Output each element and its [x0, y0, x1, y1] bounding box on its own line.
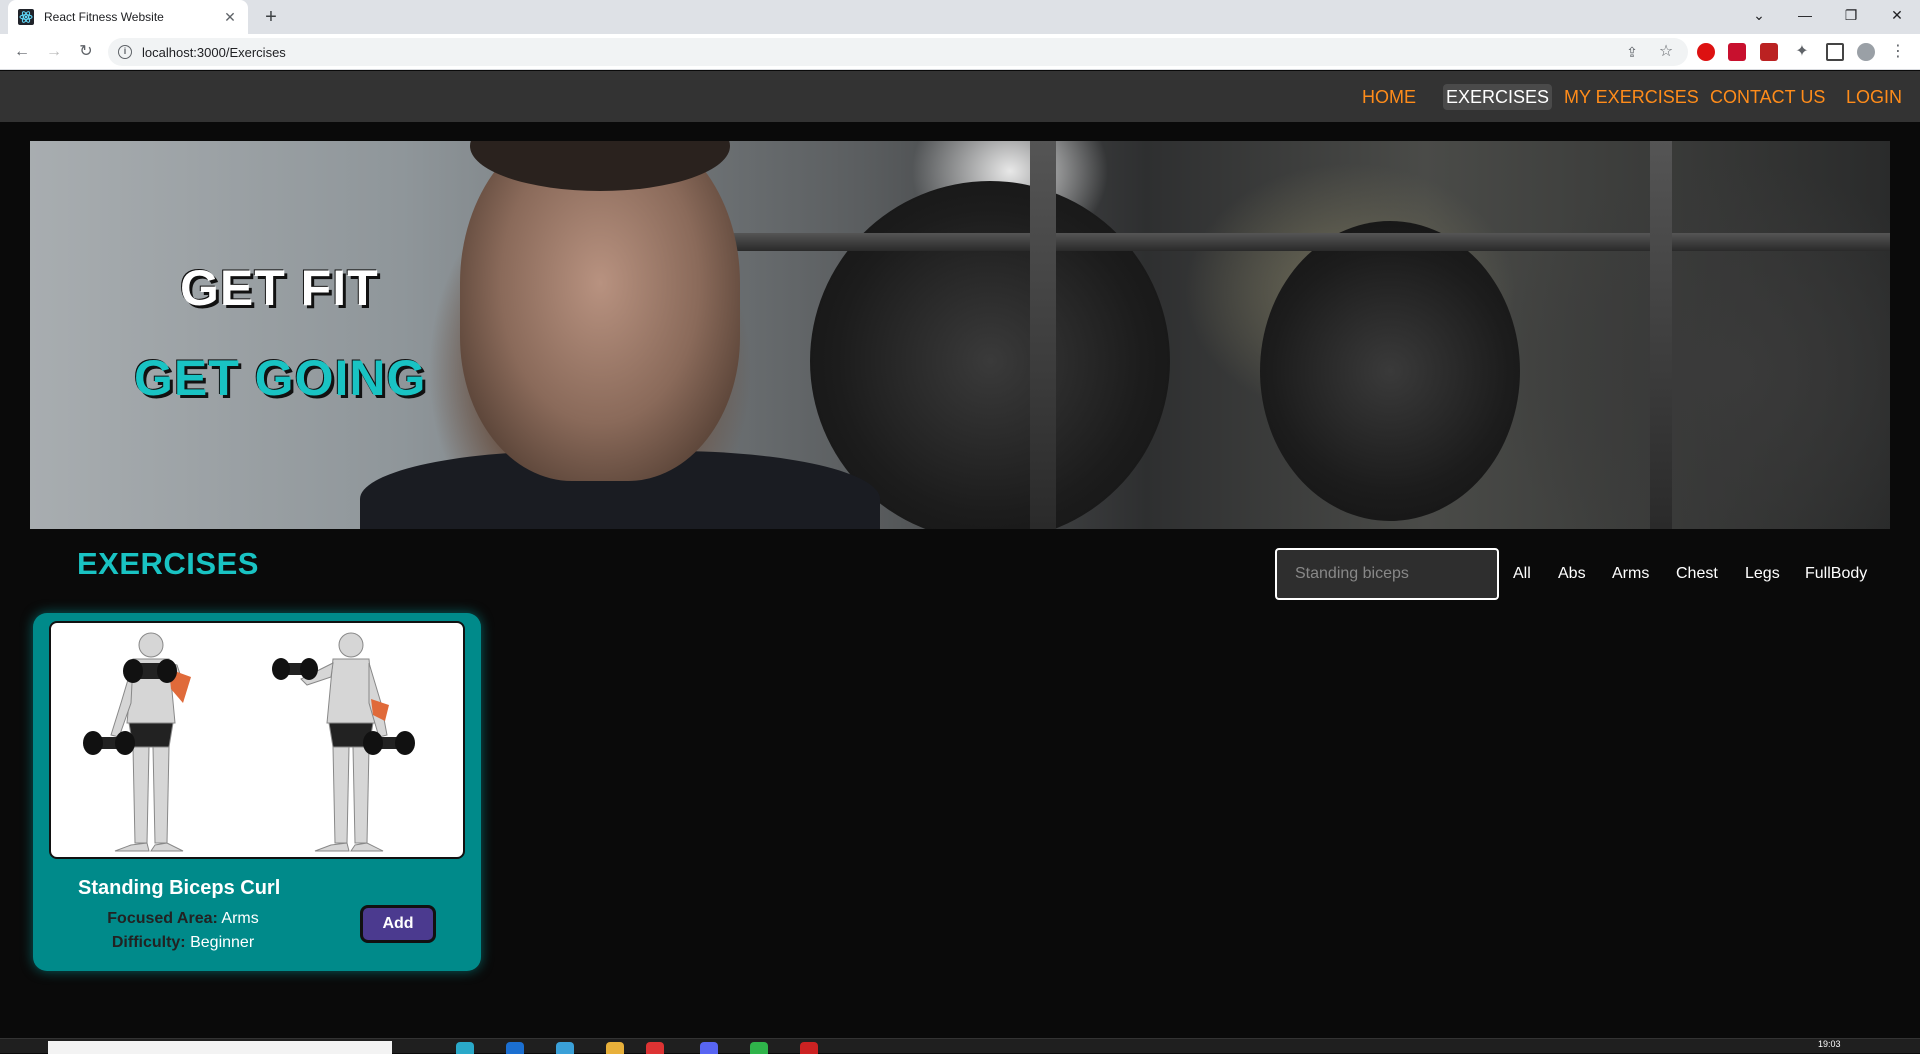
add-exercise-button[interactable]: Add	[360, 905, 436, 943]
exercises-heading: EXERCISES	[77, 546, 259, 581]
mail-extension-icon[interactable]	[1728, 43, 1746, 61]
share-icon[interactable]: ⇪	[1620, 40, 1644, 64]
hero-headline-2: GET GOING	[134, 350, 427, 406]
taskbar-chrome-icon[interactable]	[646, 1042, 664, 1054]
tab-search-icon[interactable]: ⌄	[1736, 0, 1782, 30]
pdf-extension-icon[interactable]	[1760, 43, 1778, 61]
new-tab-button[interactable]: +	[258, 4, 284, 30]
difficulty-row: Difficulty: Beginner	[73, 934, 293, 956]
exercise-illustration	[49, 621, 465, 859]
exercise-search-input[interactable]	[1275, 548, 1499, 600]
taskbar-app-icon[interactable]	[556, 1042, 574, 1054]
browser-tab[interactable]: React Fitness Website ✕	[8, 0, 248, 34]
browser-menu-icon[interactable]: ⋮	[1886, 40, 1910, 64]
exercise-card: Standing Biceps Curl Focused Area: Arms …	[33, 613, 481, 971]
browser-toolbar: ← → ↻ i localhost:3000/Exercises ⇪ ☆ ✦ ⋮	[0, 34, 1920, 70]
weight-plate-image	[1260, 221, 1520, 521]
profile-avatar-icon[interactable]	[1857, 43, 1875, 61]
back-icon[interactable]: ←	[10, 40, 34, 64]
biceps-curl-illustration	[83, 632, 415, 852]
filter-arms[interactable]: Arms	[1612, 563, 1649, 585]
focused-area-value: Arms	[221, 910, 259, 927]
taskbar-clock: 19:03	[1818, 1039, 1841, 1049]
athlete-portrait-image	[460, 141, 740, 481]
bookmark-star-icon[interactable]: ☆	[1654, 40, 1678, 64]
forward-icon[interactable]: →	[42, 40, 66, 64]
taskbar-app-icon[interactable]	[750, 1042, 768, 1054]
hero-headline-1: GET FIT	[180, 260, 379, 316]
side-panel-icon[interactable]	[1826, 43, 1844, 61]
opera-extension-icon[interactable]	[1697, 43, 1715, 61]
exercise-name: Standing Biceps Curl	[78, 877, 281, 899]
nav-login[interactable]: LOGIN	[1843, 84, 1905, 110]
taskbar-app-icon[interactable]	[800, 1042, 818, 1054]
tab-close-icon[interactable]: ✕	[222, 9, 238, 26]
difficulty-value: Beginner	[190, 934, 255, 951]
taskbar-app-icon[interactable]	[506, 1042, 524, 1054]
address-bar[interactable]: i localhost:3000/Exercises	[108, 38, 1688, 66]
nav-contact-us[interactable]: CONTACT US	[1707, 84, 1828, 110]
focused-area-label: Focused Area:	[107, 910, 218, 927]
reload-icon[interactable]: ↻	[74, 40, 98, 64]
react-logo-icon	[18, 9, 34, 25]
site-navbar: HOME EXERCISES MY EXERCISES CONTACT US L…	[0, 71, 1920, 122]
focused-area-row: Focused Area: Arms	[73, 910, 293, 932]
os-taskbar: 19:03	[0, 1038, 1920, 1054]
url-text: localhost:3000/Exercises	[142, 44, 286, 60]
extensions-puzzle-icon[interactable]: ✦	[1790, 40, 1814, 64]
filter-abs[interactable]: Abs	[1558, 563, 1586, 585]
minimize-icon[interactable]: —	[1782, 0, 1828, 30]
site-info-icon[interactable]: i	[118, 45, 132, 59]
nav-home[interactable]: HOME	[1359, 84, 1419, 110]
taskbar-app-icon[interactable]	[456, 1042, 474, 1054]
browser-tab-strip: React Fitness Website ✕ + ⌄ — ❐ ✕	[0, 0, 1920, 34]
tab-title: React Fitness Website	[44, 10, 164, 24]
hero-banner: GET FIT GET GOING	[30, 141, 1890, 529]
filter-fullbody[interactable]: FullBody	[1805, 563, 1867, 585]
taskbar-app-icon[interactable]	[700, 1042, 718, 1054]
rack-post-image	[1030, 141, 1056, 529]
taskbar-folder-icon[interactable]	[606, 1042, 624, 1054]
rack-post-image	[1650, 141, 1672, 529]
filter-all[interactable]: All	[1513, 563, 1531, 585]
difficulty-label: Difficulty:	[111, 934, 186, 951]
barbell-image	[730, 233, 1890, 251]
nav-exercises[interactable]: EXERCISES	[1443, 84, 1553, 110]
nav-my-exercises[interactable]: MY EXERCISES	[1561, 84, 1702, 110]
filter-chest[interactable]: Chest	[1676, 563, 1718, 585]
restore-icon[interactable]: ❐	[1828, 0, 1874, 30]
taskbar-search-box[interactable]	[48, 1041, 392, 1054]
close-window-icon[interactable]: ✕	[1874, 0, 1920, 30]
filter-legs[interactable]: Legs	[1745, 563, 1780, 585]
